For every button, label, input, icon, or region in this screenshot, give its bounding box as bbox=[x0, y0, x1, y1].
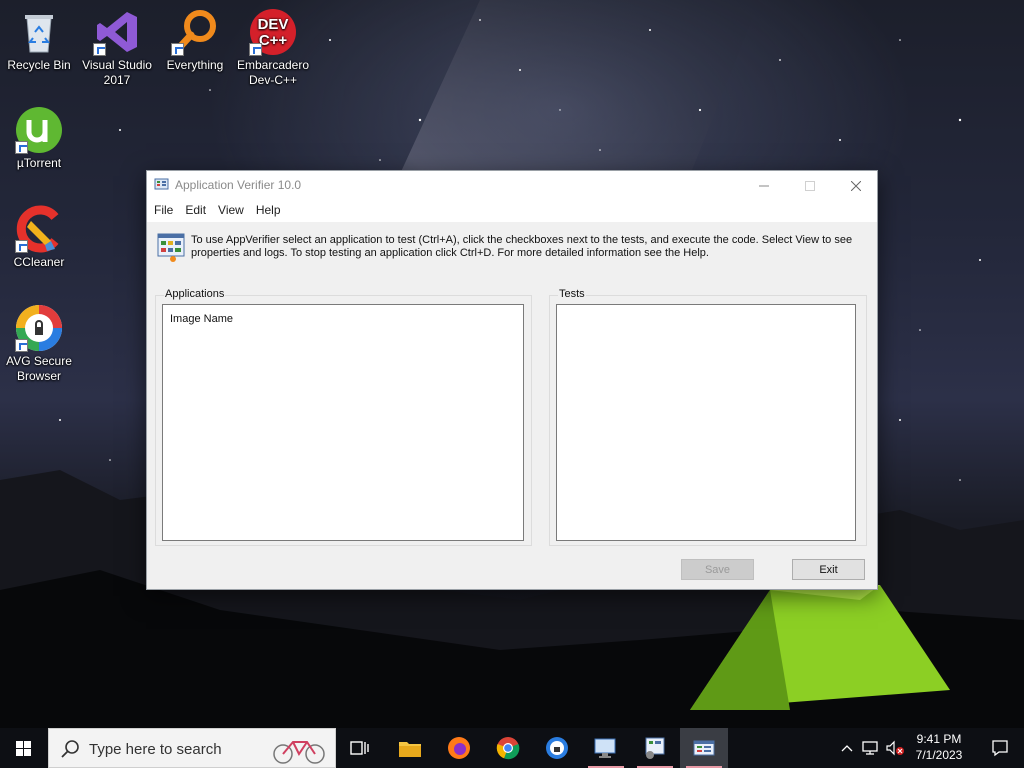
avg-browser-icon bbox=[546, 737, 568, 759]
notification-icon bbox=[992, 740, 1008, 757]
shortcut-arrow-icon bbox=[15, 339, 28, 352]
tests-label: Tests bbox=[558, 288, 586, 300]
desktop-icon-label: CCleaner bbox=[13, 255, 65, 269]
close-button[interactable] bbox=[833, 171, 879, 200]
desktop-icon-label: Everything bbox=[166, 58, 224, 72]
desktop-icon-label: AVG Secure Browser bbox=[6, 354, 72, 383]
app-verifier-icon bbox=[154, 178, 169, 190]
task-view-icon bbox=[350, 741, 369, 755]
windows-logo-icon bbox=[16, 741, 31, 756]
shortcut-arrow-icon bbox=[249, 43, 262, 56]
desktop-icon-dev-cpp[interactable]: DEV C++ Embarcadero Dev-C++ bbox=[234, 8, 312, 88]
taskbar-firefox[interactable] bbox=[435, 728, 483, 768]
menu-edit[interactable]: Edit bbox=[180, 200, 213, 222]
taskbar-remote-desktop[interactable] bbox=[582, 728, 630, 768]
recycle-bin-icon bbox=[15, 8, 63, 56]
network-icon bbox=[862, 741, 878, 755]
clock[interactable]: 9:41 PM 7/1/2023 bbox=[908, 731, 970, 763]
taskbar-file-explorer[interactable] bbox=[386, 728, 434, 768]
app-verifier-logo-icon bbox=[157, 233, 185, 262]
window-title: Application Verifier 10.0 bbox=[175, 178, 302, 192]
network-tray-button[interactable] bbox=[858, 728, 882, 768]
shortcut-arrow-icon bbox=[15, 240, 28, 253]
menu-bar: File Edit View Help bbox=[147, 200, 877, 222]
taskbar-search-box[interactable]: Type here to search bbox=[48, 728, 336, 768]
action-center-button[interactable] bbox=[976, 728, 1024, 768]
close-icon bbox=[851, 180, 861, 191]
shortcut-arrow-icon bbox=[15, 141, 28, 154]
tests-group: Tests bbox=[549, 288, 867, 546]
avg-browser-icon bbox=[15, 304, 63, 352]
desktop-icon-avg-browser[interactable]: AVG Secure Browser bbox=[0, 304, 78, 384]
desktop-icon-ccleaner[interactable]: CCleaner bbox=[0, 205, 78, 270]
applications-group: Applications Image Name bbox=[155, 288, 532, 546]
taskbar-app-verifier[interactable] bbox=[680, 728, 728, 768]
volume-muted-icon bbox=[886, 740, 904, 756]
taskbar-avg-browser[interactable] bbox=[533, 728, 581, 768]
taskbar-app-verifier-alt[interactable] bbox=[631, 728, 679, 768]
task-view-button[interactable] bbox=[336, 728, 384, 768]
title-bar[interactable]: Application Verifier 10.0 bbox=[147, 171, 877, 200]
menu-help[interactable]: Help bbox=[251, 200, 288, 222]
volume-tray-button[interactable] bbox=[882, 728, 908, 768]
utorrent-icon bbox=[15, 106, 63, 154]
menu-view[interactable]: View bbox=[213, 200, 251, 222]
remote-desktop-icon bbox=[594, 738, 616, 758]
minimize-button[interactable] bbox=[741, 171, 787, 200]
search-placeholder: Type here to search bbox=[89, 741, 222, 758]
desktop-icon-label: Visual Studio 2017 bbox=[82, 58, 152, 87]
menu-file[interactable]: File bbox=[149, 200, 180, 222]
desktop-icon-visual-studio[interactable]: Visual Studio 2017 bbox=[78, 8, 156, 88]
everything-search-icon bbox=[171, 8, 219, 56]
applications-list[interactable]: Image Name bbox=[162, 304, 524, 541]
start-button[interactable] bbox=[0, 728, 48, 768]
taskbar-chrome[interactable] bbox=[484, 728, 532, 768]
bicycle-icon bbox=[273, 741, 325, 764]
taskbar: Type here to search 9:41 PM 7/1/2023 bbox=[0, 728, 1024, 768]
dev-cpp-icon: DEV C++ bbox=[249, 8, 297, 56]
desktop-icon-utorrent[interactable]: µTorrent bbox=[0, 106, 78, 171]
save-button[interactable]: Save bbox=[681, 559, 754, 580]
ccleaner-icon bbox=[15, 205, 63, 253]
search-icon bbox=[61, 740, 79, 758]
info-panel: To use AppVerifier select an application… bbox=[155, 232, 867, 266]
app-verifier-alt-icon bbox=[645, 737, 665, 759]
desktop-icon-recycle-bin[interactable]: Recycle Bin bbox=[0, 8, 78, 73]
shortcut-arrow-icon bbox=[171, 43, 184, 56]
clock-date: 7/1/2023 bbox=[915, 748, 963, 762]
desktop-icon-label: Recycle Bin bbox=[7, 58, 71, 72]
applications-label: Applications bbox=[164, 288, 226, 300]
exit-button[interactable]: Exit bbox=[792, 559, 865, 580]
desktop-icon-label: Embarcadero Dev-C++ bbox=[236, 58, 310, 87]
clock-time: 9:41 PM bbox=[916, 732, 962, 746]
firefox-icon bbox=[448, 737, 470, 759]
minimize-icon bbox=[759, 185, 769, 186]
chrome-icon bbox=[496, 737, 520, 760]
desktop-icon-everything[interactable]: Everything bbox=[156, 8, 234, 73]
show-hidden-icons-button[interactable] bbox=[836, 728, 858, 768]
shortcut-arrow-icon bbox=[93, 43, 106, 56]
dev-cpp-logo-line2: C++ bbox=[259, 32, 288, 49]
tests-list[interactable] bbox=[556, 304, 856, 541]
maximize-icon bbox=[805, 180, 815, 191]
dev-cpp-logo-line1: DEV bbox=[258, 16, 289, 33]
desktop-icon-label: µTorrent bbox=[16, 156, 62, 170]
maximize-button[interactable] bbox=[787, 171, 833, 200]
instructions-text: To use AppVerifier select an application… bbox=[191, 234, 853, 259]
app-verifier-window: Application Verifier 10.0 File Edit View… bbox=[146, 170, 878, 590]
file-explorer-icon bbox=[399, 742, 421, 757]
chevron-up-icon bbox=[841, 745, 853, 752]
visual-studio-icon bbox=[93, 8, 141, 56]
image-name-column-header[interactable]: Image Name bbox=[170, 313, 233, 325]
app-verifier-icon bbox=[693, 740, 715, 756]
